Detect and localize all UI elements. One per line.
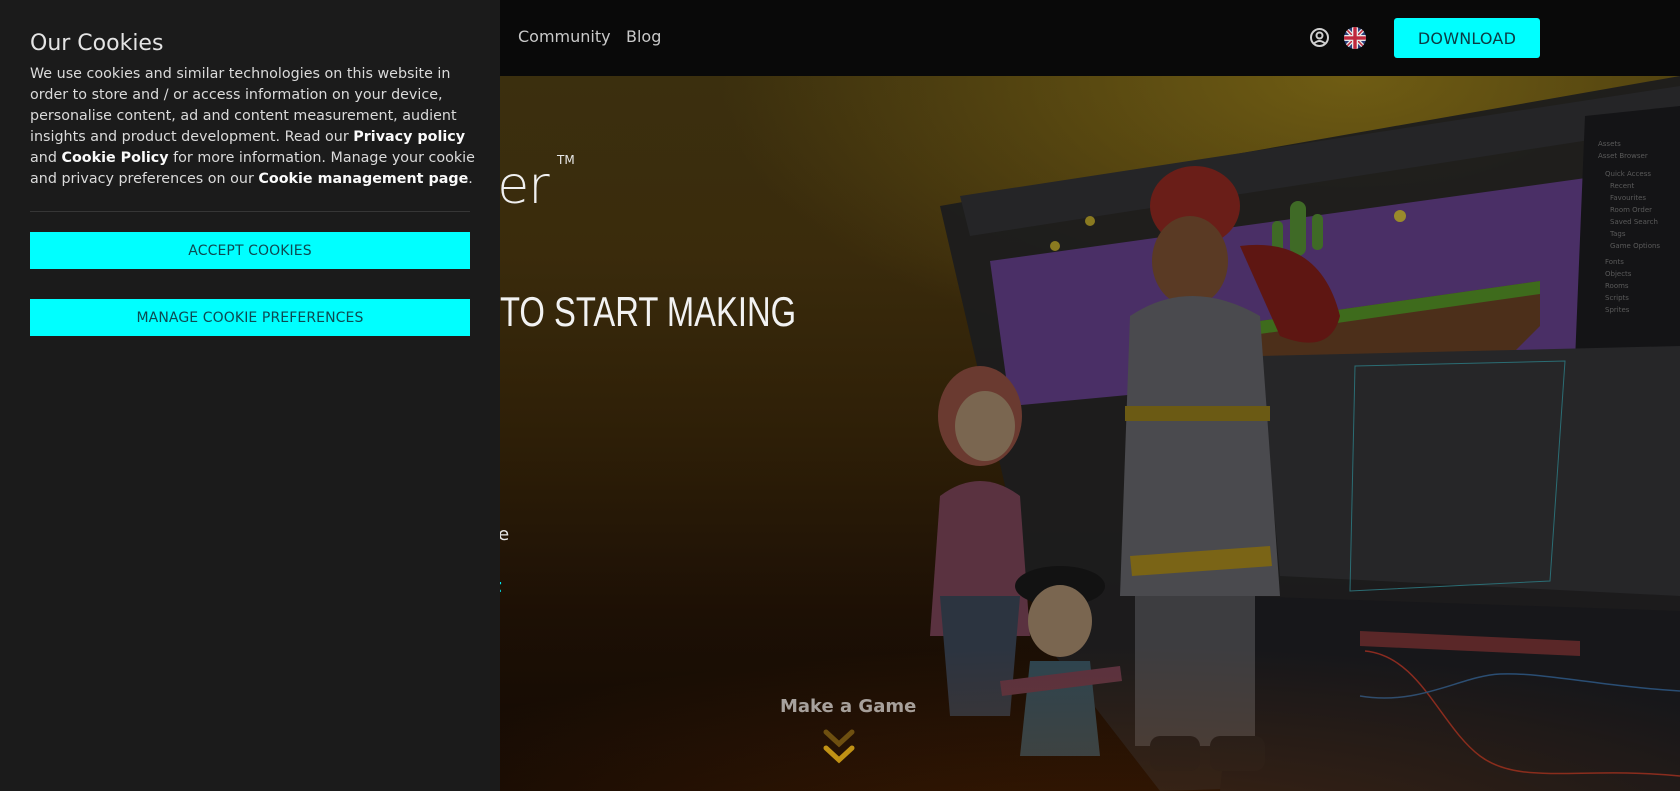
account-icon[interactable] xyxy=(1309,27,1330,48)
cookie-description: We use cookies and similar technologies … xyxy=(30,64,475,190)
svg-text:Rooms: Rooms xyxy=(1605,282,1629,290)
accept-cookies-button[interactable]: ACCEPT COOKIES xyxy=(30,232,470,269)
svg-text:Saved Search: Saved Search xyxy=(1610,218,1658,226)
cookie-management-link[interactable]: Cookie management page xyxy=(258,171,468,187)
nav-community[interactable]: Community xyxy=(518,27,611,46)
double-chevron-down-icon[interactable] xyxy=(822,726,856,768)
svg-text:Scripts: Scripts xyxy=(1605,294,1629,302)
manage-cookie-preferences-button[interactable]: MANAGE COOKIE PREFERENCES xyxy=(30,299,470,336)
svg-text:Favourites: Favourites xyxy=(1610,194,1646,202)
make-a-game-link[interactable]: Make a Game xyxy=(780,696,916,717)
svg-text:Fonts: Fonts xyxy=(1605,258,1624,266)
nav-blog[interactable]: Blog xyxy=(626,27,661,46)
svg-text:Asset Browser: Asset Browser xyxy=(1598,152,1648,160)
animation-timeline xyxy=(1220,596,1680,791)
sprite-editor xyxy=(1260,346,1680,596)
svg-text:Recent: Recent xyxy=(1610,182,1634,190)
cookie-divider xyxy=(30,211,470,212)
svg-text:Room Order: Room Order xyxy=(1610,206,1652,214)
uk-flag-icon[interactable] xyxy=(1344,27,1366,49)
cookie-consent-panel: Our Cookies We use cookies and similar t… xyxy=(0,0,500,791)
download-button[interactable]: DOWNLOAD xyxy=(1394,18,1540,58)
asset-browser-panel xyxy=(1575,106,1680,361)
cookie-text-2: and xyxy=(30,150,62,166)
svg-text:Sprites: Sprites xyxy=(1605,306,1630,314)
privacy-policy-link[interactable]: Privacy policy xyxy=(353,129,465,145)
cookie-text-4: . xyxy=(468,171,473,187)
hero-headline: TO START MAKING xyxy=(500,288,797,335)
cookie-title: Our Cookies xyxy=(30,31,164,56)
woman-character xyxy=(930,366,1030,716)
svg-text:Tags: Tags xyxy=(1609,230,1626,238)
hero-illustration: Assets Asset Browser Quick Access Recent… xyxy=(930,76,1680,791)
trademark-symbol: TM xyxy=(557,153,575,167)
svg-text:Quick Access: Quick Access xyxy=(1605,170,1651,178)
svg-text:Objects: Objects xyxy=(1605,270,1632,278)
svg-text:Assets: Assets xyxy=(1598,140,1621,148)
cookie-policy-link[interactable]: Cookie Policy xyxy=(61,150,168,166)
svg-text:Game Options: Game Options xyxy=(1610,242,1660,250)
